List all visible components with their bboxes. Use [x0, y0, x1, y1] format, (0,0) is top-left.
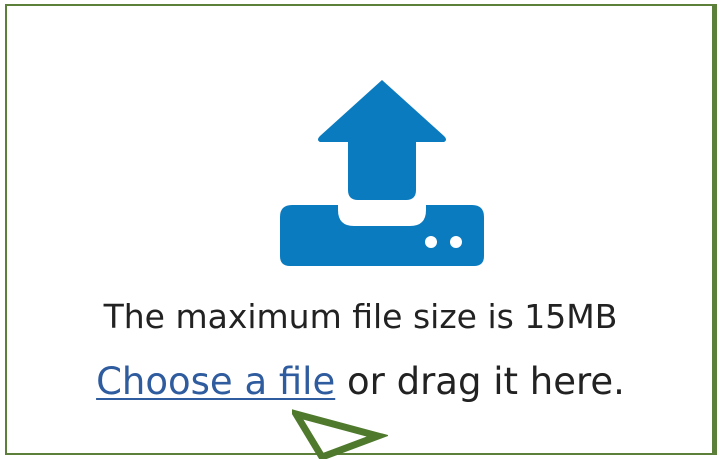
choose-file-row: Choose a file or drag it here.: [0, 358, 721, 406]
choose-file-link[interactable]: Choose a file: [96, 360, 335, 403]
max-file-size-text: The maximum file size is 15MB: [103, 297, 618, 336]
upload-icon: [280, 80, 484, 266]
arrow-cursor-icon: [292, 409, 388, 459]
drag-hint-text: or drag it here.: [335, 360, 625, 403]
